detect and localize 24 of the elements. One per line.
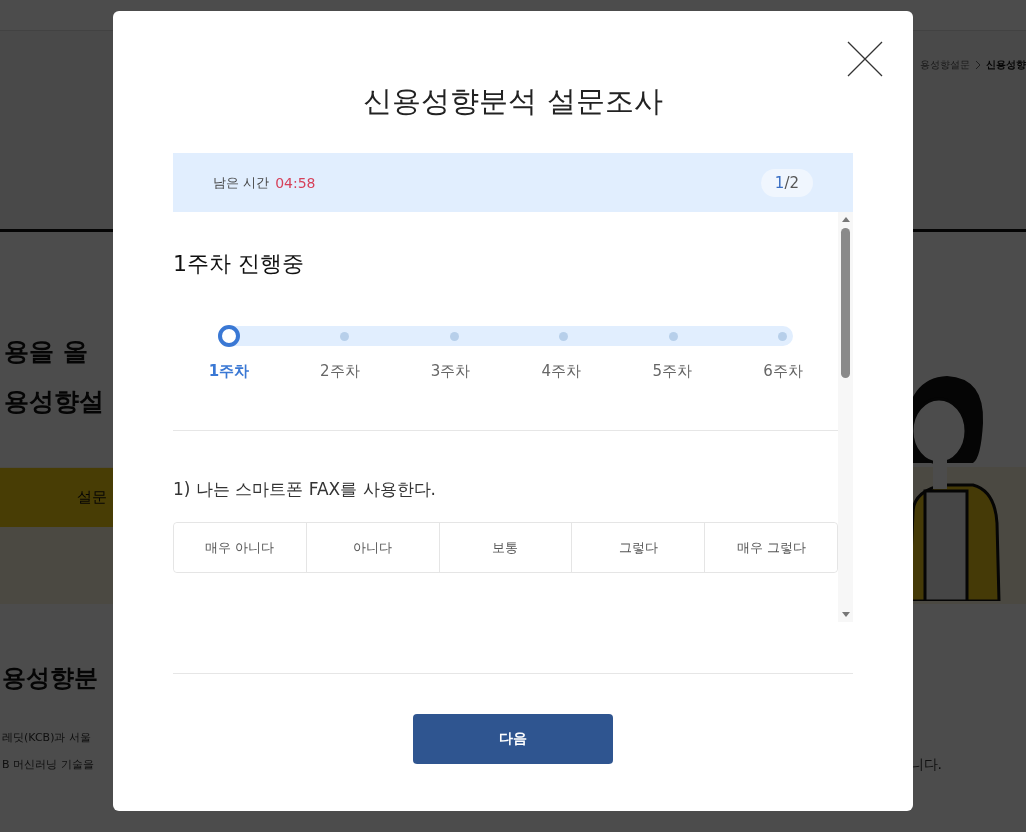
timer-label: 남은 시간 — [213, 173, 270, 192]
page-indicator: 1/2 — [760, 168, 813, 197]
step-label: 2주차 — [319, 362, 361, 381]
headline: 용성향설 — [4, 386, 104, 418]
step-label: 4주차 — [540, 362, 583, 381]
dialog-title: 신용성향분석 설문조사 — [362, 83, 664, 119]
breadcrumb-current: 신용성향 — [986, 58, 1026, 72]
question-text: 1) 나는 스마트폰 FAX를 사용한다. — [173, 478, 437, 501]
paragraph-text: B 머신러닝 기술을 — [2, 757, 94, 773]
close-icon[interactable] — [846, 40, 884, 78]
step-label: 3주차 — [429, 362, 472, 381]
answer-option[interactable]: 매우 그렇다 — [704, 523, 837, 572]
step-label: 5주차 — [651, 362, 693, 381]
next-button[interactable]: 다음 — [413, 714, 613, 764]
timer-value: 04:58 — [275, 174, 317, 191]
scrollbar-thumb[interactable] — [841, 228, 850, 378]
step-label: 6주차 — [762, 362, 804, 381]
headline: 용을 올 — [4, 336, 88, 368]
scroll-up-icon[interactable] — [841, 216, 850, 222]
status-heading: 1주차 진행중 — [173, 250, 305, 278]
paragraph-text: 레딧(KCB)과 서울 — [2, 730, 91, 746]
step-label: 1주차 — [207, 362, 251, 381]
scroll-down-icon[interactable] — [841, 612, 850, 618]
section-title: 용성향분 — [2, 663, 98, 694]
